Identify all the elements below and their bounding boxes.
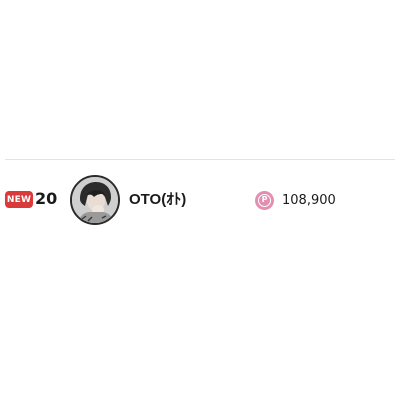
avatar[interactable]: [70, 175, 120, 225]
ranking-page: NEW 20 OTO(ｵﾄ) P 108,900: [0, 0, 400, 400]
user-name[interactable]: OTO(ｵﾄ): [129, 189, 186, 211]
rank-number: 20: [35, 189, 58, 208]
new-badge: NEW: [5, 191, 33, 208]
point-icon-letter: P: [258, 193, 271, 207]
point-coin-icon: P: [255, 190, 274, 210]
points-display: P 108,900: [255, 190, 336, 210]
divider: [5, 159, 395, 160]
ranking-row[interactable]: NEW 20 OTO(ｵﾄ) P 108,900: [0, 174, 400, 228]
points-value: 108,900: [282, 192, 336, 208]
avatar-photo: [72, 177, 118, 223]
